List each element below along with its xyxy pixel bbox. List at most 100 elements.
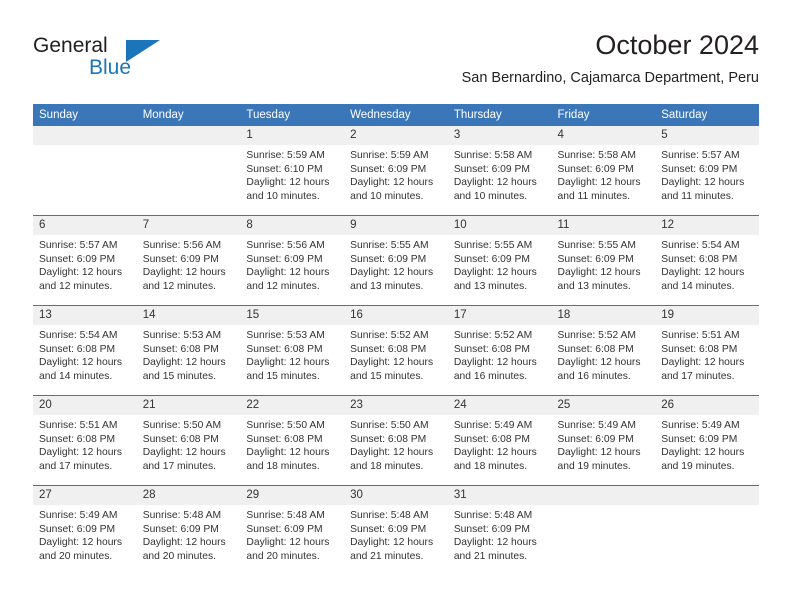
calendar-day-cell[interactable]: 8 Sunrise: 5:56 AM Sunset: 6:09 PM Daylight… [240,215,345,306]
day-number [33,126,137,145]
sunset-text: Sunset: 6:09 PM [142,523,219,535]
day-number: 11 [551,216,656,235]
calendar-day-cell[interactable]: 7 Sunrise: 5:56 AM Sunset: 6:09 PM Daylight… [136,215,241,306]
sunset-text: Sunset: 6:09 PM [246,253,323,265]
day-details: Sunrise: 5:48 AM Sunset: 6:09 PM Daylight:… [137,505,241,563]
sunset-text: Sunset: 6:09 PM [557,253,634,265]
calendar-day-cell[interactable]: 14 Sunrise: 5:53 AM Sunset: 6:08 PM Dayligh… [136,305,241,396]
day-details: Sunrise: 5:58 AM Sunset: 6:09 PM Daylight:… [448,145,552,203]
day-details: Sunrise: 5:48 AM Sunset: 6:09 PM Daylight:… [344,505,448,563]
calendar-day-cell[interactable]: 16 Sunrise: 5:52 AM Sunset: 6:08 PM Dayligh… [344,305,448,396]
calendar-day-cell[interactable]: 9 Sunrise: 5:55 AM Sunset: 6:09 PM Daylight… [344,215,448,306]
sunrise-text: Sunrise: 5:57 AM [661,150,740,161]
calendar-day-cell[interactable]: 22 Sunrise: 5:50 AM Sunset: 6:08 PM Dayligh… [240,395,345,486]
day-details: Sunrise: 5:55 AM Sunset: 6:09 PM Daylight:… [448,235,552,293]
calendar-day-cell[interactable]: 24 Sunrise: 5:49 AM Sunset: 6:08 PM Dayligh… [447,395,552,486]
sunrise-text: Sunrise: 5:51 AM [661,330,740,341]
day-number: 12 [655,216,759,235]
brand-logo[interactable]: General Blue [33,34,183,92]
daylight-text: Daylight: 12 hours and 10 minutes. [350,177,434,202]
calendar-day-cell[interactable]: 23 Sunrise: 5:50 AM Sunset: 6:08 PM Dayligh… [344,395,448,486]
calendar-day-cell[interactable]: 1 Sunrise: 5:59 AM Sunset: 6:10 PM Daylight… [240,126,345,216]
calendar-day-cell[interactable]: 25 Sunrise: 5:49 AM Sunset: 6:09 PM Dayligh… [551,395,656,486]
sunrise-text: Sunrise: 5:49 AM [39,510,118,521]
sunset-text: Sunset: 6:09 PM [557,433,634,445]
day-number: 14 [136,306,241,325]
day-number: 31 [447,486,552,505]
calendar-day-cell[interactable]: 21 Sunrise: 5:50 AM Sunset: 6:08 PM Dayligh… [136,395,241,486]
sunrise-text: Sunrise: 5:48 AM [142,510,222,521]
sunrise-text: Sunrise: 5:53 AM [142,330,222,341]
triangle-logo-icon [126,40,160,62]
calendar-day-cell[interactable]: 26 Sunrise: 5:49 AM Sunset: 6:09 PM Dayligh… [655,395,759,486]
day-details: Sunrise: 5:49 AM Sunset: 6:09 PM Daylight:… [655,415,759,473]
sunrise-text: Sunrise: 5:48 AM [350,510,429,521]
calendar-day-cell[interactable]: 19 Sunrise: 5:51 AM Sunset: 6:08 PM Dayligh… [655,305,759,396]
sunset-text: Sunset: 6:08 PM [557,343,634,355]
calendar-day-cell[interactable]: 20 Sunrise: 5:51 AM Sunset: 6:08 PM Dayligh… [33,395,137,486]
sunrise-text: Sunrise: 5:58 AM [453,150,533,161]
calendar-day-cell[interactable]: 2 Sunrise: 5:59 AM Sunset: 6:09 PM Daylight… [344,126,448,216]
calendar-day-cell[interactable]: 11 Sunrise: 5:55 AM Sunset: 6:09 PM Dayligh… [551,215,656,306]
daylight-text: Daylight: 12 hours and 15 minutes. [142,357,226,382]
calendar-day-cell[interactable]: 18 Sunrise: 5:52 AM Sunset: 6:08 PM Dayligh… [551,305,656,396]
sunrise-text: Sunrise: 5:56 AM [246,240,325,251]
day-number: 25 [551,396,656,415]
day-number: 28 [136,486,241,505]
calendar-week-row: 13 Sunrise: 5:54 AM Sunset: 6:08 PM Dayligh… [33,305,759,396]
calendar-day-cell[interactable]: 15 Sunrise: 5:53 AM Sunset: 6:08 PM Dayligh… [240,305,345,396]
sunset-text: Sunset: 6:09 PM [453,253,530,265]
calendar-day-cell[interactable]: 13 Sunrise: 5:54 AM Sunset: 6:08 PM Dayligh… [33,305,137,396]
calendar-day-cell[interactable]: 4 Sunrise: 5:58 AM Sunset: 6:09 PM Daylight… [551,126,656,216]
calendar-day-cell[interactable]: 3 Sunrise: 5:58 AM Sunset: 6:09 PM Daylight… [447,126,552,216]
day-number: 19 [655,306,759,325]
sunrise-text: Sunrise: 5:48 AM [453,510,533,521]
calendar-day-cell[interactable]: 29 Sunrise: 5:48 AM Sunset: 6:09 PM Dayligh… [240,485,345,575]
daylight-text: Daylight: 12 hours and 15 minutes. [246,357,330,382]
sunrise-text: Sunrise: 5:49 AM [453,420,533,431]
day-number: 20 [33,396,137,415]
day-number: 5 [655,126,759,145]
daylight-text: Daylight: 12 hours and 14 minutes. [39,357,122,382]
day-details: Sunrise: 5:56 AM Sunset: 6:09 PM Daylight:… [137,235,241,293]
daylight-text: Daylight: 12 hours and 12 minutes. [39,267,122,292]
sunset-text: Sunset: 6:09 PM [350,163,427,175]
calendar-day-cell[interactable]: 31 Sunrise: 5:48 AM Sunset: 6:09 PM Dayligh… [447,485,552,575]
sunset-text: Sunset: 6:09 PM [661,433,738,445]
sunrise-text: Sunrise: 5:56 AM [142,240,222,251]
calendar-cell-empty [33,126,137,216]
day-details: Sunrise: 5:58 AM Sunset: 6:09 PM Daylight:… [552,145,656,203]
sunrise-text: Sunrise: 5:54 AM [661,240,740,251]
daylight-text: Daylight: 12 hours and 12 minutes. [246,267,330,292]
sunset-text: Sunset: 6:09 PM [142,253,219,265]
daylight-text: Daylight: 12 hours and 18 minutes. [453,447,537,472]
day-details: Sunrise: 5:54 AM Sunset: 6:08 PM Daylight:… [33,325,137,383]
sunrise-text: Sunrise: 5:52 AM [453,330,533,341]
calendar-day-cell[interactable]: 5 Sunrise: 5:57 AM Sunset: 6:09 PM Daylight… [655,126,759,216]
logo-text-blue: Blue [89,56,132,79]
day-details: Sunrise: 5:55 AM Sunset: 6:09 PM Daylight:… [344,235,448,293]
sunset-text: Sunset: 6:09 PM [39,253,116,265]
calendar-day-cell[interactable]: 30 Sunrise: 5:48 AM Sunset: 6:09 PM Dayligh… [344,485,448,575]
calendar-cell-empty [551,485,656,575]
day-details: Sunrise: 5:59 AM Sunset: 6:10 PM Daylight:… [240,145,344,203]
logo-text-general: General [33,34,108,57]
calendar-day-cell[interactable]: 12 Sunrise: 5:54 AM Sunset: 6:08 PM Dayligh… [655,215,759,306]
sunset-text: Sunset: 6:08 PM [39,433,116,445]
weekday-header-tuesday: Tuesday [240,104,345,126]
calendar-day-cell[interactable]: 6 Sunrise: 5:57 AM Sunset: 6:09 PM Daylight… [33,215,137,306]
sunset-text: Sunset: 6:09 PM [350,253,427,265]
sunset-text: Sunset: 6:08 PM [350,433,427,445]
daylight-text: Daylight: 12 hours and 20 minutes. [246,537,330,562]
daylight-text: Daylight: 12 hours and 17 minutes. [39,447,122,472]
day-details: Sunrise: 5:56 AM Sunset: 6:09 PM Daylight:… [240,235,344,293]
daylight-text: Daylight: 12 hours and 21 minutes. [453,537,537,562]
day-details: Sunrise: 5:53 AM Sunset: 6:08 PM Daylight:… [240,325,344,383]
calendar-day-cell[interactable]: 17 Sunrise: 5:52 AM Sunset: 6:08 PM Dayligh… [447,305,552,396]
calendar-day-cell[interactable]: 27 Sunrise: 5:49 AM Sunset: 6:09 PM Dayligh… [33,485,137,575]
sunset-text: Sunset: 6:09 PM [39,523,116,535]
daylight-text: Daylight: 12 hours and 17 minutes. [142,447,226,472]
daylight-text: Daylight: 12 hours and 19 minutes. [557,447,641,472]
calendar-day-cell[interactable]: 28 Sunrise: 5:48 AM Sunset: 6:09 PM Dayligh… [136,485,241,575]
calendar-day-cell[interactable]: 10 Sunrise: 5:55 AM Sunset: 6:09 PM Dayligh… [447,215,552,306]
